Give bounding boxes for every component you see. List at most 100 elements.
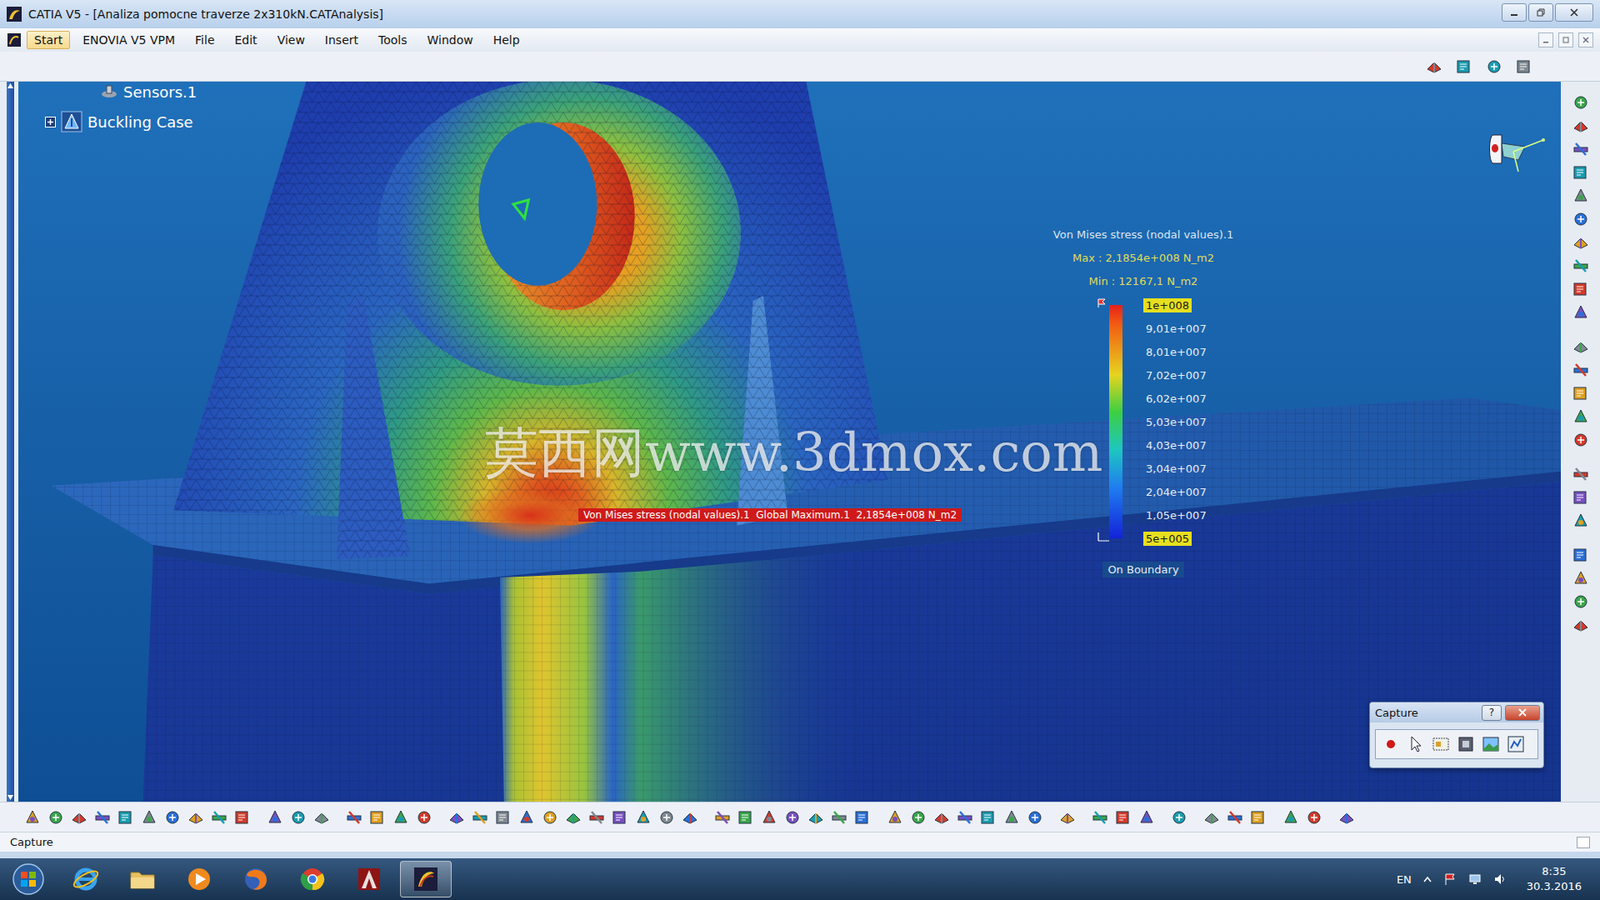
arrow-down-icon[interactable] — [7, 795, 14, 800]
scale-label[interactable]: 3,04e+007 — [1143, 461, 1210, 476]
tool-icon[interactable] — [265, 808, 285, 827]
menu-item[interactable]: ENOVIA V5 VPM — [75, 30, 183, 50]
tool-icon[interactable] — [1225, 808, 1245, 827]
scale-label[interactable]: 7,02e+007 — [1143, 368, 1210, 383]
tool-icon[interactable] — [186, 808, 205, 827]
tool-icon[interactable] — [345, 808, 364, 827]
tool-icon[interactable] — [657, 808, 676, 827]
taskbar-app[interactable] — [60, 860, 112, 898]
document-icon[interactable] — [6, 32, 22, 48]
network-icon[interactable] — [1468, 872, 1482, 886]
close-button[interactable] — [1555, 3, 1594, 22]
action-center-icon[interactable] — [1443, 872, 1457, 886]
tool-icon[interactable] — [1571, 384, 1590, 403]
tool-icon[interactable] — [1571, 93, 1590, 112]
tool-icon[interactable] — [1571, 360, 1590, 380]
tool-icon[interactable] — [1571, 163, 1590, 182]
tool-icon[interactable] — [736, 808, 755, 827]
tool-icon[interactable] — [1425, 57, 1444, 76]
compass-icon[interactable] — [1485, 130, 1555, 184]
global-maximum-label[interactable]: Von Mises stress (nodal values).1 Global… — [578, 508, 962, 522]
tool-icon[interactable] — [1281, 808, 1300, 827]
scale-label[interactable]: 5e+005 — [1143, 531, 1192, 546]
tool-icon[interactable] — [760, 808, 779, 827]
tool-icon[interactable] — [1571, 545, 1590, 565]
tool-icon[interactable] — [233, 808, 252, 827]
taskbar-app[interactable] — [230, 860, 282, 898]
tool-icon[interactable] — [680, 808, 700, 827]
tool-icon[interactable] — [289, 808, 308, 827]
taskbar-app[interactable] — [286, 860, 339, 898]
tool-icon[interactable] — [634, 808, 653, 827]
tool-icon[interactable] — [163, 808, 182, 827]
tool-icon[interactable] — [1337, 808, 1356, 827]
select-mode-icon[interactable] — [1430, 734, 1451, 755]
tool-icon[interactable] — [1002, 808, 1021, 827]
tool-icon[interactable] — [1571, 337, 1590, 356]
tool-icon[interactable] — [830, 808, 849, 827]
tool-icon[interactable] — [1571, 233, 1590, 252]
tool-icon[interactable] — [415, 808, 434, 827]
tree-item[interactable]: Sensors.1 — [40, 81, 197, 107]
min-flag-icon[interactable] — [1097, 531, 1111, 542]
tool-icon[interactable] — [909, 808, 928, 827]
capture-dialog[interactable]: Capture? — [1369, 701, 1545, 769]
tool-icon[interactable] — [23, 808, 42, 827]
scale-label[interactable]: 1e+008 — [1143, 298, 1192, 313]
language-indicator[interactable]: EN — [1396, 873, 1412, 886]
options-icon[interactable] — [1455, 734, 1476, 755]
menu-item[interactable]: Window — [420, 30, 481, 50]
volume-icon[interactable] — [1493, 872, 1507, 886]
tool-icon[interactable] — [806, 808, 825, 827]
menu-item[interactable]: Help — [485, 30, 528, 50]
taskbar-app[interactable] — [343, 860, 395, 898]
fem-model[interactable] — [18, 81, 1561, 802]
tool-icon[interactable] — [783, 808, 802, 827]
tool-icon[interactable] — [1571, 488, 1590, 507]
tool-icon[interactable] — [470, 808, 490, 827]
tool-icon[interactable] — [1137, 808, 1156, 827]
tool-icon[interactable] — [932, 808, 951, 827]
tool-icon[interactable] — [1571, 592, 1590, 611]
tool-icon[interactable] — [1571, 256, 1590, 275]
mdi-button[interactable] — [1538, 32, 1554, 48]
scale-label[interactable]: 4,03e+007 — [1143, 438, 1210, 453]
tool-icon[interactable] — [1025, 808, 1045, 827]
help-button[interactable]: ? — [1481, 705, 1502, 721]
menu-item[interactable]: Tools — [370, 30, 415, 50]
scale-label[interactable]: 9,01e+007 — [1143, 321, 1210, 336]
minimize-button[interactable] — [1501, 3, 1527, 22]
album-icon[interactable] — [1505, 734, 1526, 755]
arrow-up-icon[interactable] — [7, 83, 14, 89]
tool-icon[interactable] — [1515, 57, 1534, 76]
stress-legend[interactable]: Von Mises stress (nodal values).1Max : 2… — [1018, 223, 1269, 578]
tool-icon[interactable] — [1571, 140, 1590, 159]
scale-label[interactable]: 8,01e+007 — [1143, 345, 1210, 360]
tool-icon[interactable] — [853, 808, 872, 827]
record-icon[interactable] — [1380, 734, 1401, 755]
maximize-button[interactable] — [1528, 3, 1554, 22]
tool-icon[interactable] — [1571, 116, 1590, 135]
tool-icon[interactable] — [1114, 808, 1133, 827]
tool-icon[interactable] — [517, 808, 536, 827]
3d-viewport[interactable]: Sensors.1Buckling Case Von Mises stress (… — [18, 81, 1561, 802]
start-button[interactable] — [5, 859, 52, 900]
expand-toggle[interactable] — [45, 116, 56, 128]
tool-icon[interactable] — [93, 808, 112, 827]
tree-item[interactable]: Buckling Case — [40, 106, 197, 137]
tool-icon[interactable] — [368, 808, 387, 827]
tool-icon[interactable] — [1571, 615, 1590, 635]
menu-item[interactable]: Start — [26, 30, 70, 50]
tool-icon[interactable] — [1571, 210, 1590, 229]
mdi-button[interactable] — [1578, 32, 1594, 48]
tool-icon[interactable] — [140, 808, 159, 827]
menu-item[interactable]: File — [187, 30, 222, 50]
left-scrollbar[interactable] — [0, 81, 19, 802]
tool-icon[interactable] — [116, 808, 135, 827]
tool-icon[interactable] — [1571, 280, 1590, 299]
show-hidden-icon[interactable] — [1423, 875, 1432, 883]
taskbar-app[interactable] — [173, 860, 225, 898]
tool-icon[interactable] — [587, 808, 606, 827]
menu-item[interactable]: Edit — [227, 30, 265, 50]
tool-icon[interactable] — [955, 808, 975, 827]
